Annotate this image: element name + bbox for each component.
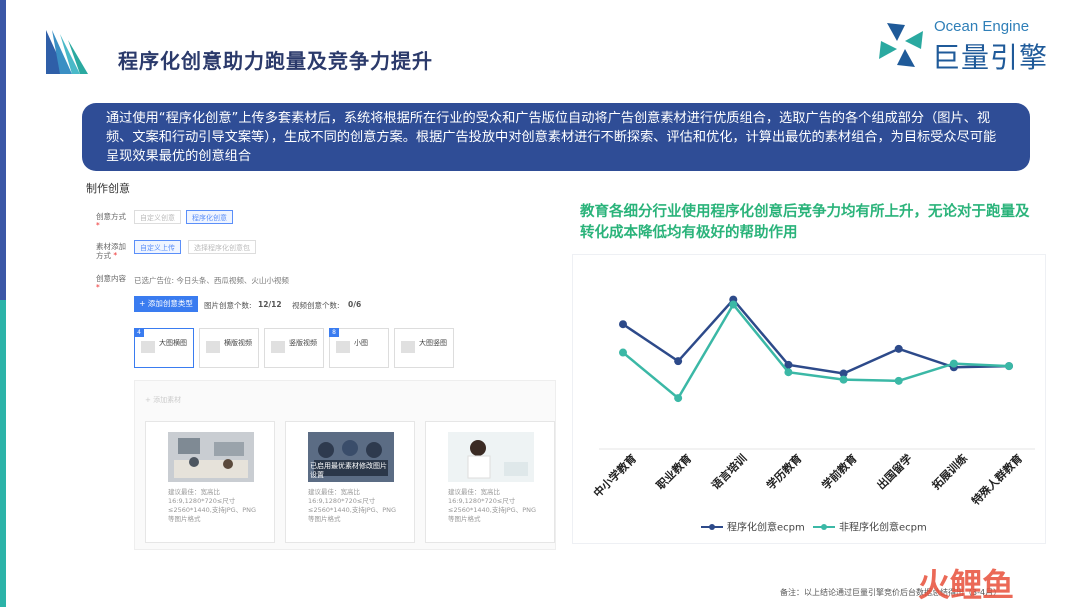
svg-text:非程序化创意ecpm: 非程序化创意ecpm (839, 521, 927, 534)
ocean-engine-icon (879, 23, 923, 67)
intro-banner: 通过使用“程序化创意”上传多套素材后，系统将根据所在行业的受众和广告版位自动将广… (82, 103, 1030, 171)
x-tick-label: 中小学教育 (590, 451, 639, 500)
material-card[interactable]: 建议最佳：宽高比16:9,1280*720≤尺寸≤2560*1440,支持JPG… (425, 421, 555, 543)
accent-bar-top (0, 0, 6, 300)
row-label-content: 创意内容 * (96, 274, 126, 292)
x-tick-label: 学历教育 (764, 451, 805, 492)
option-select-package[interactable]: 选择程序化创意包 (188, 240, 256, 254)
data-point-1-5 (894, 376, 903, 385)
x-tick-label: 语言培训 (708, 451, 749, 492)
add-material-tab[interactable]: + 添加素材 (145, 395, 181, 405)
brand-logo: Ocean Engine 巨量引擎 (876, 18, 1056, 74)
material-caption: 建议最佳：宽高比16:9,1280*720≤尺寸≤2560*1440,支持JPG… (308, 488, 397, 523)
video-count: 0/6 (348, 300, 362, 309)
material-area: + 添加素材 建议最佳：宽高比16:9,1280*720≤尺寸≤2560*144… (134, 380, 556, 550)
video-icon (271, 341, 285, 353)
type-count-badge: 4 (134, 328, 144, 337)
create-ad-panel: 创意方式 * 自定义创意 程序化创意 素材添加方式 * 自定义上传 选择程序化创… (86, 200, 566, 550)
row-label-mode: 创意方式 * (96, 212, 126, 230)
placement-info: 已选广告位: 今日头条、西瓜视频、火山小视频 (134, 276, 289, 285)
page-title: 程序化创意助力跑量及竞争力提升 (118, 49, 433, 73)
svg-text:程序化创意ecpm: 程序化创意ecpm (727, 521, 805, 534)
type-count-badge: 8 (329, 328, 339, 337)
data-point-0-5 (894, 344, 903, 353)
chart-canvas: 中小学教育 职业教育 语言培训 学历教育 学前教育 出国留学 拓展训练 特殊人群教育程序化创意… (590, 295, 1035, 534)
ecpm-line-chart: 中小学教育 职业教育 语言培训 学历教育 学前教育 出国留学 拓展训练 特殊人群教育程序化创意… (572, 254, 1046, 544)
img-count: 12/12 (258, 300, 282, 309)
data-point-1-7 (1005, 362, 1013, 371)
accent-bar-bottom (0, 300, 6, 607)
type-card-horizontal-video[interactable]: 横版视频 (199, 328, 259, 368)
option-programmatic-creative[interactable]: 程序化创意 (186, 210, 233, 224)
data-point-1-4 (839, 375, 848, 384)
material-overlay-text: 已启用最优素材修改图片 设置 (310, 462, 387, 479)
watermark: 火鲤鱼 (918, 566, 1015, 604)
type-card-large-vertical[interactable]: 大图竖图 (394, 328, 454, 368)
data-point-1-3 (784, 368, 793, 377)
legend-item-1: 非程序化创意ecpm (813, 521, 927, 534)
type-label: 大图横图 (159, 339, 187, 347)
series-line-1 (622, 302, 1010, 400)
option-custom-upload[interactable]: 自定义上传 (134, 240, 181, 254)
chart-headline: 教育各细分行业使用程序化创意后竞争力均有所上升，无论对于跑量及转化成本降低均有极… (580, 204, 1030, 241)
video-count-label: 视频创意个数: (292, 301, 340, 310)
data-point-1-1 (674, 394, 683, 403)
type-label: 横版视频 (224, 339, 252, 347)
type-card-large-horizontal[interactable]: 4 大图横图 (134, 328, 194, 368)
brand-en: Ocean Engine (934, 18, 1030, 35)
x-tick-label: 出国留学 (874, 451, 915, 492)
image-icon (336, 341, 350, 353)
material-caption: 建议最佳：宽高比16:9,1280*720≤尺寸≤2560*1440,支持JPG… (448, 488, 537, 523)
image-icon (401, 341, 415, 353)
type-label: 竖版视频 (289, 339, 317, 347)
video-icon (206, 341, 220, 353)
x-tick-label: 特殊人群教育 (969, 451, 1026, 508)
material-card[interactable]: 建议最佳：宽高比16:9,1280*720≤尺寸≤2560*1440,支持JPG… (145, 421, 275, 543)
legend-item-0: 程序化创意ecpm (701, 521, 805, 534)
woman-photo (448, 432, 534, 482)
office-photo (168, 432, 254, 482)
fan-logo-icon (46, 30, 88, 74)
data-point-1-2 (729, 300, 738, 309)
x-tick-label: 职业教育 (653, 451, 694, 492)
material-card[interactable]: 已启用最优素材修改图片 设置 建议最佳：宽高比16:9,1280*720≤尺寸≤… (285, 421, 415, 543)
type-label: 小图 (354, 339, 368, 347)
type-card-small-image[interactable]: 8 小图 (329, 328, 389, 368)
option-custom-creative[interactable]: 自定义创意 (134, 210, 181, 224)
data-point-1-0 (619, 348, 627, 357)
x-tick-label: 拓展训练 (929, 451, 970, 492)
data-point-0-1 (674, 357, 683, 366)
type-card-vertical-video[interactable]: 竖版视频 (264, 328, 324, 368)
img-count-label: 图片创意个数: (204, 301, 252, 310)
type-label: 大图竖图 (419, 339, 447, 347)
panel-title: 制作创意 (86, 182, 130, 195)
add-creative-type-button[interactable]: + 添加创意类型 (134, 296, 198, 312)
image-icon (141, 341, 155, 353)
data-point-1-6 (949, 359, 958, 368)
row-label-add-method: 素材添加方式 * (96, 242, 126, 260)
brand-cn: 巨量引擎 (932, 41, 1049, 74)
material-caption: 建议最佳：宽高比16:9,1280*720≤尺寸≤2560*1440,支持JPG… (168, 488, 257, 523)
x-tick-label: 学前教育 (819, 451, 860, 492)
data-point-0-0 (619, 320, 627, 329)
